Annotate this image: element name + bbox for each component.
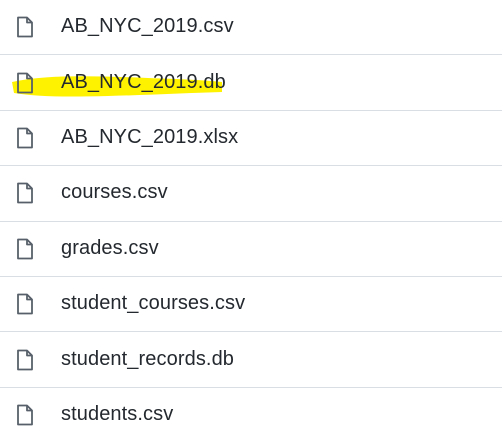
file-icon [16,72,34,93]
file-icon [16,404,34,426]
file-icon [16,293,34,315]
file-name[interactable]: AB_NYC_2019.db [61,71,226,94]
file-row-courses-csv[interactable]: courses.csv [0,166,502,222]
file-icon [16,238,34,260]
file-icon [16,127,34,149]
file-row-ab-nyc-2019-db[interactable]: AB_NYC_2019.db [0,55,502,111]
file-name[interactable]: student_courses.csv [61,292,245,315]
file-row-student-courses-csv[interactable]: student_courses.csv [0,277,502,333]
file-name[interactable]: courses.csv [61,181,168,204]
file-name[interactable]: AB_NYC_2019.csv [61,15,234,38]
file-row-student-records-db[interactable]: student_records.db [0,332,502,388]
file-icon [16,182,34,204]
file-list: AB_NYC_2019.csv AB_NYC_2019.db AB_NYC_20… [0,0,502,445]
file-row-ab-nyc-2019-csv[interactable]: AB_NYC_2019.csv [0,0,502,56]
file-name[interactable]: AB_NYC_2019.xlsx [61,126,238,149]
file-name[interactable]: student_records.db [61,348,234,371]
file-name[interactable]: grades.csv [61,237,159,260]
file-name[interactable]: students.csv [61,403,173,426]
file-row-ab-nyc-2019-xlsx[interactable]: AB_NYC_2019.xlsx [0,111,502,167]
file-row-grades-csv[interactable]: grades.csv [0,222,502,277]
file-row-students-csv[interactable]: students.csv [0,388,502,443]
file-icon [16,349,34,370]
file-icon [16,16,34,38]
